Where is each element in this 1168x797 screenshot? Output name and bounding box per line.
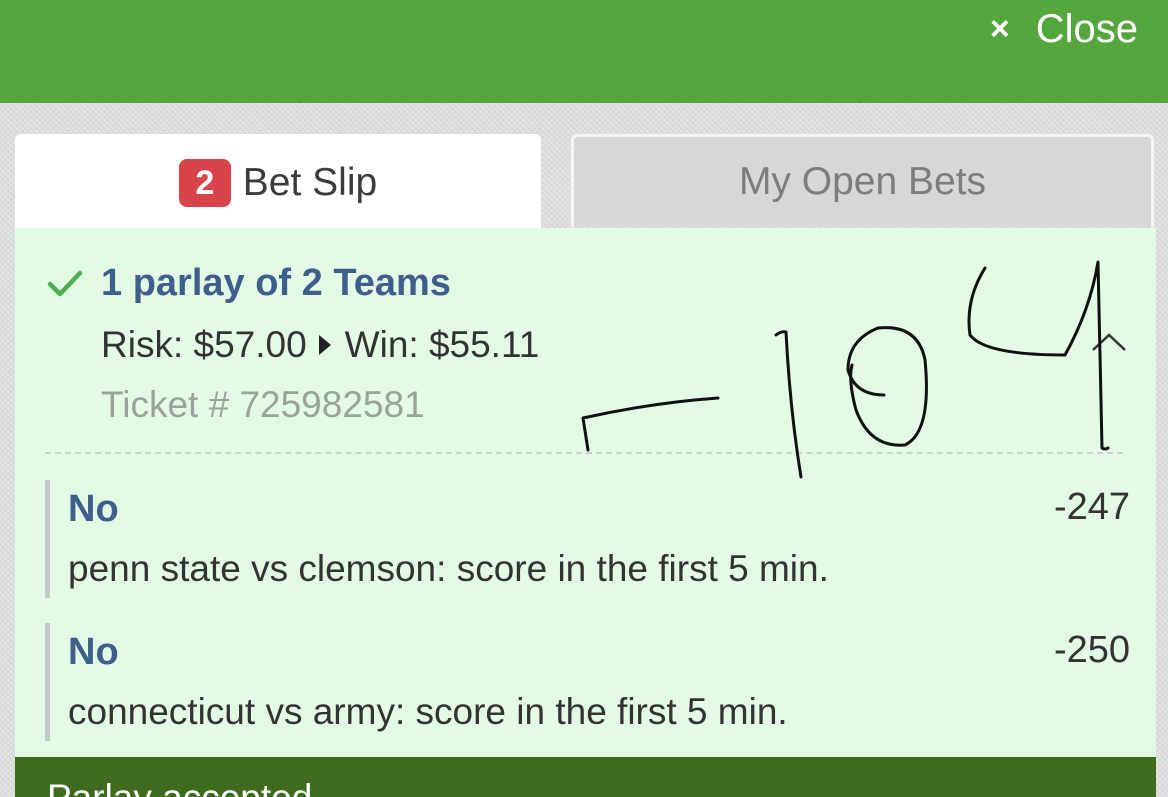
close-icon: × bbox=[989, 10, 1010, 48]
win-amount: Win: $55.11 bbox=[344, 324, 540, 365]
close-label: Close bbox=[1035, 7, 1138, 51]
leg-pick: No bbox=[68, 631, 119, 673]
parlay-card: 1 parlay of 2 Teams Risk: $57.00 Win: $5… bbox=[15, 228, 1156, 768]
ticket-number: Ticket # 725982581 bbox=[101, 384, 425, 425]
tab-bet-slip-label: Bet Slip bbox=[242, 161, 378, 204]
tab-my-open-bets[interactable]: My Open Bets bbox=[571, 134, 1154, 227]
divider bbox=[45, 452, 1123, 454]
status-text: Parlay accepted bbox=[47, 777, 312, 797]
parlay-title: 1 parlay of 2 Teams bbox=[101, 262, 451, 304]
tab-my-open-bets-label: My Open Bets bbox=[738, 160, 987, 203]
bet-count-badge: 2 bbox=[178, 159, 231, 207]
check-icon bbox=[47, 269, 83, 299]
leg-description: connecticut vs army: score in the first … bbox=[68, 691, 788, 732]
risk-win-line: Risk: $57.00 Win: $55.11 bbox=[101, 324, 539, 366]
top-bar: × Close bbox=[0, 0, 1168, 103]
chevron-up-icon[interactable] bbox=[1089, 330, 1129, 359]
parlay-leg: No -250 connecticut vs army: score in th… bbox=[45, 623, 1130, 741]
parlay-leg: No -247 penn state vs clemson: score in … bbox=[45, 480, 1130, 598]
status-bar: Parlay accepted bbox=[15, 757, 1156, 797]
close-button[interactable]: × Close bbox=[990, 6, 1138, 52]
leg-description: penn state vs clemson: score in the firs… bbox=[68, 548, 829, 589]
leg-pick: No bbox=[68, 488, 119, 530]
leg-odds: -250 bbox=[1053, 629, 1130, 671]
leg-odds: -247 bbox=[1053, 486, 1130, 528]
parlay-header: 1 parlay of 2 Teams bbox=[47, 262, 451, 305]
triangle-right-icon bbox=[318, 335, 331, 355]
risk-amount: Risk: $57.00 bbox=[101, 324, 307, 365]
tab-bet-slip[interactable]: 2 Bet Slip bbox=[15, 134, 541, 232]
